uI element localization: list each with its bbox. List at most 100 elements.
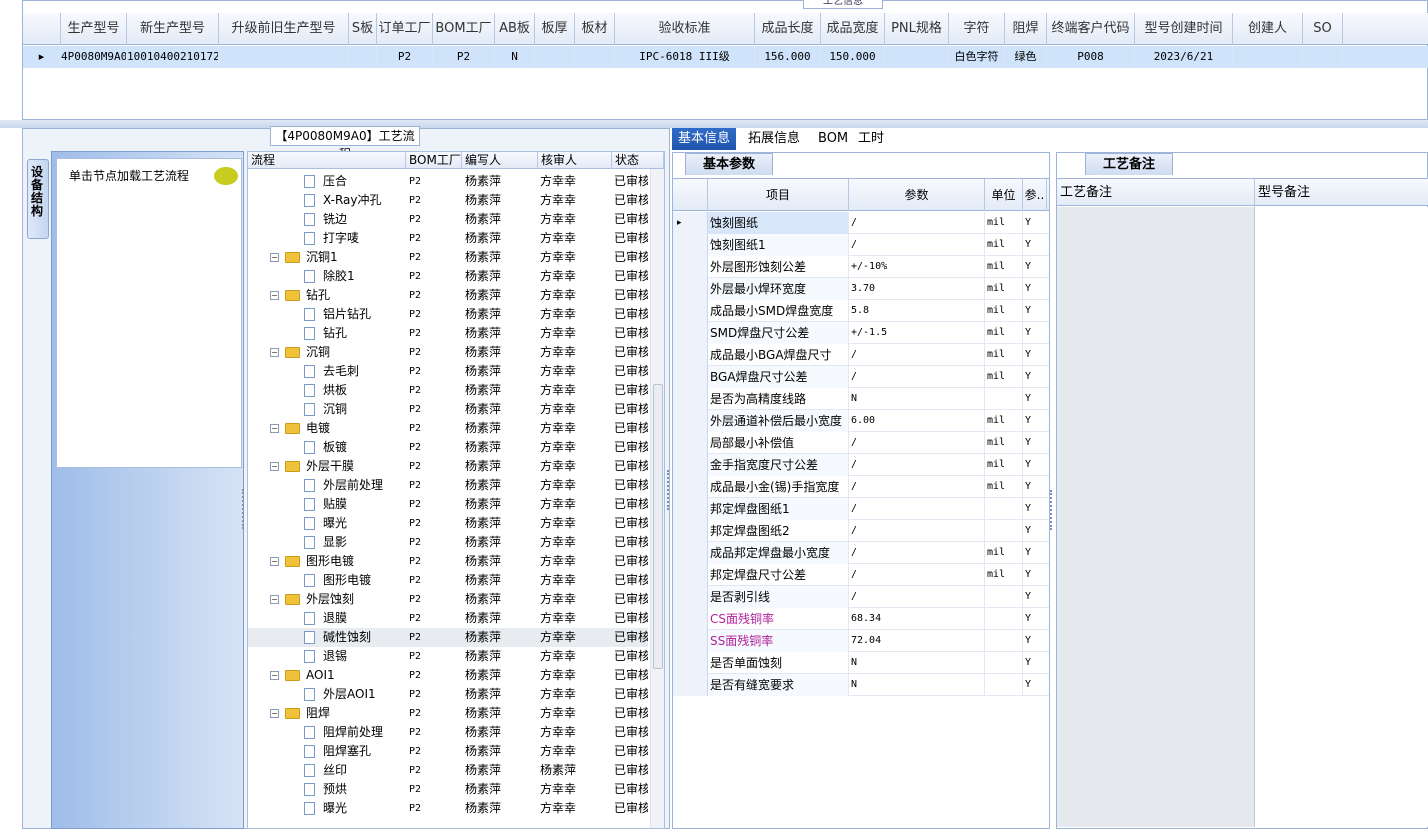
tree-row[interactable]: 退锡 P2 杨素萍 方幸幸 已审核 — [248, 647, 648, 666]
param-value[interactable]: N — [849, 388, 985, 410]
param-value[interactable]: +/-10% — [849, 256, 985, 278]
param-row[interactable]: SMD焊盘尺寸公差 +/-1.5 mil Y — [673, 322, 1049, 344]
param-row[interactable]: 外层最小焊环宽度 3.70 mil Y — [673, 278, 1049, 300]
tab-extended[interactable]: 拓展信息 — [742, 128, 806, 150]
tree-row[interactable]: − 钻孔 P2 杨素萍 方幸幸 已审核 — [248, 286, 648, 305]
tree-row[interactable]: − 电镀 P2 杨素萍 方幸幸 已审核 — [248, 419, 648, 438]
tree-row[interactable]: − 外层蚀刻 P2 杨素萍 方幸幸 已审核 — [248, 590, 648, 609]
tree-row[interactable]: 曝光 P2 杨素萍 方幸幸 已审核 — [248, 799, 648, 818]
param-row[interactable]: CS面残铜率 68.34 Y — [673, 608, 1049, 630]
tree-row[interactable]: 压合 P2 杨素萍 方幸幸 已审核 — [248, 172, 648, 191]
tree-column-header[interactable]: 编写人 — [462, 152, 538, 169]
column-header[interactable]: 终端客户代码 — [1047, 13, 1135, 45]
param-column-header[interactable]: 项目 — [708, 179, 849, 211]
param-column-header[interactable]: 单位 — [985, 179, 1023, 211]
column-header[interactable]: S板 — [349, 13, 377, 45]
side-tab-equipment[interactable]: 设备结构 — [27, 159, 49, 239]
param-column-header[interactable]: 参.. — [1023, 179, 1047, 211]
column-header[interactable]: 订单工厂 — [377, 13, 433, 45]
splitter-grip[interactable] — [667, 470, 671, 510]
expand-toggle-icon[interactable]: − — [270, 595, 279, 604]
tree-row[interactable]: 预烘 P2 杨素萍 方幸幸 已审核 — [248, 780, 648, 799]
scroll-thumb[interactable] — [653, 384, 663, 669]
tree-row[interactable]: 打字唛 P2 杨素萍 方幸幸 已审核 — [248, 229, 648, 248]
column-header[interactable]: 阻焊 — [1005, 13, 1047, 45]
column-header[interactable]: 验收标准 — [615, 13, 755, 45]
param-value[interactable]: / — [849, 432, 985, 454]
param-row[interactable]: 是否剥引线 / Y — [673, 586, 1049, 608]
column-header[interactable]: 板厚 — [535, 13, 575, 45]
column-header[interactable]: 创建人 — [1233, 13, 1303, 45]
param-row[interactable]: 成品最小金(锡)手指宽度 / mil Y — [673, 476, 1049, 498]
column-header[interactable]: 成品长度 — [755, 13, 821, 45]
param-row[interactable]: SS面残铜率 72.04 Y — [673, 630, 1049, 652]
tree-row[interactable]: 外层前处理 P2 杨素萍 方幸幸 已审核 — [248, 476, 648, 495]
param-row[interactable]: 是否为高精度线路 N Y — [673, 388, 1049, 410]
expand-toggle-icon[interactable]: − — [270, 424, 279, 433]
param-value[interactable]: N — [849, 674, 985, 696]
param-value[interactable]: / — [849, 520, 985, 542]
param-value[interactable]: 72.04 — [849, 630, 985, 652]
tree-column-header[interactable]: 流程 — [248, 152, 406, 169]
column-header[interactable]: BOM工厂 — [433, 13, 495, 45]
tree-row[interactable]: 阻焊前处理 P2 杨素萍 方幸幸 已审核 — [248, 723, 648, 742]
load-box[interactable]: 单击节点加载工艺流程 — [56, 158, 242, 468]
column-header[interactable]: PNL规格 — [885, 13, 949, 45]
param-row[interactable]: 外层图形蚀刻公差 +/-10% mil Y — [673, 256, 1049, 278]
tree-row[interactable]: − 外层干膜 P2 杨素萍 方幸幸 已审核 — [248, 457, 648, 476]
model-remark-field[interactable] — [1256, 207, 1428, 827]
tab-basic-params[interactable]: 基本参数 — [685, 153, 773, 175]
param-column-header[interactable]: 参数 — [849, 179, 985, 211]
column-header[interactable]: 板材 — [575, 13, 615, 45]
expand-toggle-icon[interactable]: − — [270, 253, 279, 262]
process-remark-field[interactable] — [1057, 207, 1255, 827]
column-header[interactable]: AB板 — [495, 13, 535, 45]
tree-row[interactable]: − AOI1 P2 杨素萍 方幸幸 已审核 — [248, 666, 648, 685]
table-row[interactable]: ▸ 4P0080M9A0 10010400210172 P2 P2 N IPC-6018 I… — [23, 46, 1428, 68]
tree-row[interactable]: 烘板 P2 杨素萍 方幸幸 已审核 — [248, 381, 648, 400]
param-row[interactable]: 成品最小BGA焊盘尺寸 / mil Y — [673, 344, 1049, 366]
tree-row[interactable]: 阻焊塞孔 P2 杨素萍 方幸幸 已审核 — [248, 742, 648, 761]
param-row[interactable]: 局部最小补偿值 / mil Y — [673, 432, 1049, 454]
param-value[interactable]: +/-1.5 — [849, 322, 985, 344]
tree-row[interactable]: 曝光 P2 杨素萍 方幸幸 已审核 — [248, 514, 648, 533]
param-row[interactable]: ▸ 蚀刻图纸 / mil Y — [673, 212, 1049, 234]
param-row[interactable]: 金手指宽度尺寸公差 / mil Y — [673, 454, 1049, 476]
tree-row[interactable]: 图形电镀 P2 杨素萍 方幸幸 已审核 — [248, 571, 648, 590]
param-value[interactable]: / — [849, 586, 985, 608]
tree-row[interactable]: 铣边 P2 杨素萍 方幸幸 已审核 — [248, 210, 648, 229]
param-value[interactable]: / — [849, 542, 985, 564]
tree-row[interactable]: 贴膜 P2 杨素萍 方幸幸 已审核 — [248, 495, 648, 514]
tree-row[interactable]: 显影 P2 杨素萍 方幸幸 已审核 — [248, 533, 648, 552]
tree-column-header[interactable]: BOM工厂 — [406, 152, 462, 169]
tree-row[interactable]: 除胶1 P2 杨素萍 方幸幸 已审核 — [248, 267, 648, 286]
param-row[interactable]: 外层通道补偿后最小宽度 6.00 mil Y — [673, 410, 1049, 432]
tree-row[interactable]: 铝片钻孔 P2 杨素萍 方幸幸 已审核 — [248, 305, 648, 324]
param-value[interactable]: 3.70 — [849, 278, 985, 300]
param-row[interactable]: 是否单面蚀刻 N Y — [673, 652, 1049, 674]
splitter-grip[interactable] — [242, 489, 246, 529]
column-header[interactable]: SO — [1303, 13, 1343, 45]
param-row[interactable]: 蚀刻图纸1/mil Y — [673, 234, 1049, 256]
tree-row[interactable]: − 图形电镀 P2 杨素萍 方幸幸 已审核 — [248, 552, 648, 571]
tree-column-header[interactable]: 核审人 — [538, 152, 612, 169]
tree-row[interactable]: − 阻焊 P2 杨素萍 方幸幸 已审核 — [248, 704, 648, 723]
tree-row[interactable]: X-Ray冲孔 P2 杨素萍 方幸幸 已审核 — [248, 191, 648, 210]
param-row[interactable]: 成品邦定焊盘最小宽度 / mil Y — [673, 542, 1049, 564]
param-row[interactable]: BGA焊盘尺寸公差 / mil Y — [673, 366, 1049, 388]
param-value[interactable]: / — [849, 498, 985, 520]
expand-toggle-icon[interactable]: − — [270, 462, 279, 471]
param-value[interactable]: / — [849, 234, 985, 256]
tree-row[interactable]: 退膜 P2 杨素萍 方幸幸 已审核 — [248, 609, 648, 628]
column-header[interactable]: 升级前旧生产型号 — [219, 13, 349, 45]
column-header[interactable]: 生产型号 — [61, 13, 127, 45]
tree-row[interactable]: 碱性蚀刻 P2 杨素萍 方幸幸 已审核 — [248, 628, 648, 647]
param-value[interactable]: 68.34 — [849, 608, 985, 630]
tree-row[interactable]: 丝印 P2 杨素萍 杨素萍 已审核 — [248, 761, 648, 780]
tree-column-header[interactable]: 状态 — [612, 152, 664, 169]
param-value[interactable]: 6.00 — [849, 410, 985, 432]
param-row[interactable]: 邦定焊盘图纸1/ Y — [673, 498, 1049, 520]
expand-toggle-icon[interactable]: − — [270, 291, 279, 300]
tree-row[interactable]: 钻孔 P2 杨素萍 方幸幸 已审核 — [248, 324, 648, 343]
tree-row[interactable]: 板镀 P2 杨素萍 方幸幸 已审核 — [248, 438, 648, 457]
